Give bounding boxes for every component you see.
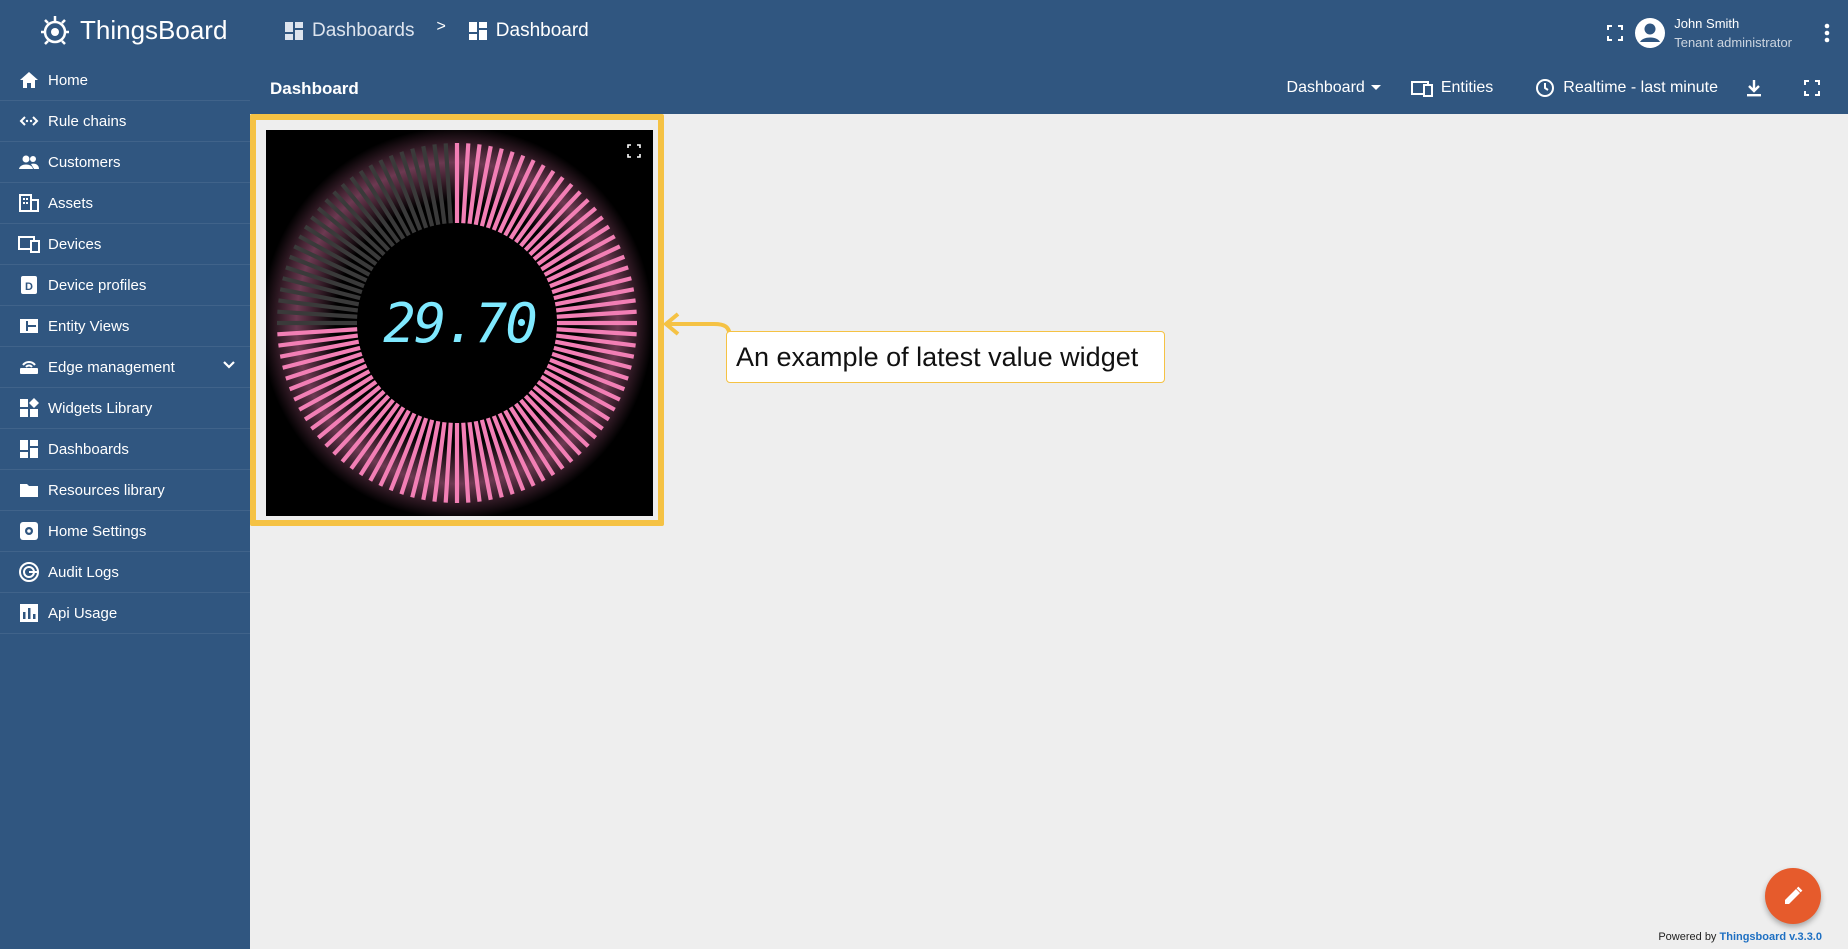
sidebar: ThingsBoard Home Rule chains Customers Asse… xyxy=(0,0,250,949)
dashboards-icon xyxy=(18,438,40,460)
powered-by: Powered by Thingsboard v.3.3.0 xyxy=(1658,931,1822,943)
fullscreen-icon xyxy=(1804,80,1820,96)
entity-views-icon xyxy=(18,315,40,337)
clock-icon xyxy=(1536,79,1555,97)
sidebar-item-api-usage[interactable]: Api Usage xyxy=(0,593,250,634)
sidebar-item-label: Api Usage xyxy=(48,604,118,622)
edit-icon xyxy=(1785,886,1803,904)
sidebar-item-widgets-library[interactable]: Widgets Library xyxy=(0,388,250,429)
sidebar-item-audit-logs[interactable]: Audit Logs xyxy=(0,552,250,593)
chart-icon xyxy=(18,602,40,624)
state-select-value: Dashboard xyxy=(1286,79,1365,96)
powered-by-prefix: Powered by xyxy=(1658,931,1717,943)
top-bar: Dashboards > Dashboard John Smith Tenant… xyxy=(250,0,1848,114)
settings-icon xyxy=(18,520,40,542)
entities-button[interactable]: Entities xyxy=(1410,79,1494,97)
dashboard-fullscreen-button[interactable] xyxy=(1804,80,1828,96)
sidebar-item-resources-library[interactable]: Resources library xyxy=(0,470,250,511)
gauge-value: 29.70 xyxy=(383,291,538,355)
thingsboard-logo-icon xyxy=(41,16,69,45)
sidebar-item-label: Customers xyxy=(48,153,121,171)
app-name: ThingsBoard xyxy=(80,14,228,45)
dashboard-toolbar: Dashboard Entities Realtime - last minut… xyxy=(1259,78,1828,98)
arrow-drop-down-icon xyxy=(1370,85,1381,90)
sidebar-item-device-profiles[interactable]: D Device profiles xyxy=(0,265,250,306)
widget-highlight: 29.70 xyxy=(250,114,664,526)
dashboard-content: 29.70 An example of latest value widget … xyxy=(250,114,1848,949)
folder-icon xyxy=(18,479,40,501)
annotation-callout: An example of latest value widget xyxy=(726,331,1165,383)
sidebar-item-label: Home Settings xyxy=(48,522,147,540)
assets-icon xyxy=(18,192,40,214)
sidebar-item-label: Resources library xyxy=(48,481,165,499)
breadcrumb: Dashboards > Dashboard xyxy=(284,18,589,42)
breadcrumb-label: Dashboards xyxy=(312,20,415,41)
widgets-icon xyxy=(18,397,40,419)
device-profiles-icon: D xyxy=(18,274,40,296)
audit-icon xyxy=(18,561,40,583)
sidebar-item-label: Assets xyxy=(48,194,94,212)
sidebar-menu: Home Rule chains Customers Assets Devices D De… xyxy=(0,60,250,634)
sidebar-item-label: Rule chains xyxy=(48,112,127,130)
timewindow-button[interactable]: Realtime - last minute xyxy=(1535,78,1718,98)
svg-text:D: D xyxy=(25,281,33,293)
customers-icon xyxy=(18,151,40,173)
fullscreen-icon[interactable] xyxy=(1606,24,1624,42)
download-icon xyxy=(1747,80,1761,97)
edit-dashboard-button[interactable] xyxy=(1765,868,1821,924)
sidebar-item-customers[interactable]: Customers xyxy=(0,142,250,183)
latest-value-widget[interactable]: 29.70 xyxy=(266,130,653,516)
sidebar-item-label: Dashboards xyxy=(48,440,129,458)
dashboard-state-select[interactable]: Dashboard xyxy=(1287,79,1383,97)
sidebar-item-edge-management[interactable]: Edge management xyxy=(0,347,250,388)
edge-icon xyxy=(18,356,40,378)
breadcrumb-separator: > xyxy=(436,18,446,35)
breadcrumb-label: Dashboard xyxy=(495,20,589,41)
sidebar-item-label: Edge management xyxy=(48,358,175,376)
breadcrumb-dashboards[interactable]: Dashboards xyxy=(284,20,414,42)
sidebar-item-label: Home xyxy=(48,71,89,89)
user-role: Tenant administrator xyxy=(1674,35,1792,50)
app-logo[interactable]: ThingsBoard xyxy=(0,0,250,60)
devices-icon xyxy=(1410,81,1433,97)
rule-chains-icon xyxy=(18,110,40,132)
sidebar-item-home-settings[interactable]: Home Settings xyxy=(0,511,250,552)
user-name: John Smith xyxy=(1674,16,1740,31)
chevron-down-icon[interactable] xyxy=(222,358,236,376)
devices-icon xyxy=(18,233,40,255)
user-menu[interactable]: John Smith Tenant administrator xyxy=(1634,14,1792,52)
sidebar-item-label: Device profiles xyxy=(48,276,147,294)
sidebar-item-assets[interactable]: Assets xyxy=(0,183,250,224)
timewindow-label: Realtime - last minute xyxy=(1563,79,1718,96)
dashboards-icon xyxy=(285,22,303,40)
sidebar-item-dashboards[interactable]: Dashboards xyxy=(0,429,250,470)
version-link[interactable]: Thingsboard v.3.3.0 xyxy=(1720,931,1823,943)
sidebar-item-home[interactable]: Home xyxy=(0,60,250,101)
sidebar-item-label: Audit Logs xyxy=(48,563,119,581)
sidebar-item-label: Widgets Library xyxy=(48,399,153,417)
breadcrumb-dashboard: Dashboard xyxy=(468,20,589,42)
dashboards-icon xyxy=(468,22,487,40)
entities-label: Entities xyxy=(1440,79,1494,96)
home-icon xyxy=(18,69,40,91)
sidebar-item-label: Devices xyxy=(48,235,102,253)
sidebar-item-rule-chains[interactable]: Rule chains xyxy=(0,101,250,142)
sidebar-item-devices[interactable]: Devices xyxy=(0,224,250,265)
widget-fullscreen-icon[interactable] xyxy=(627,144,641,158)
sidebar-item-label: Entity Views xyxy=(48,317,130,335)
export-button[interactable] xyxy=(1746,79,1770,97)
more-vert-icon[interactable] xyxy=(1824,22,1830,44)
sidebar-item-entity-views[interactable]: Entity Views xyxy=(0,306,250,347)
account-icon xyxy=(1635,18,1666,48)
page-title: Dashboard xyxy=(270,79,359,98)
